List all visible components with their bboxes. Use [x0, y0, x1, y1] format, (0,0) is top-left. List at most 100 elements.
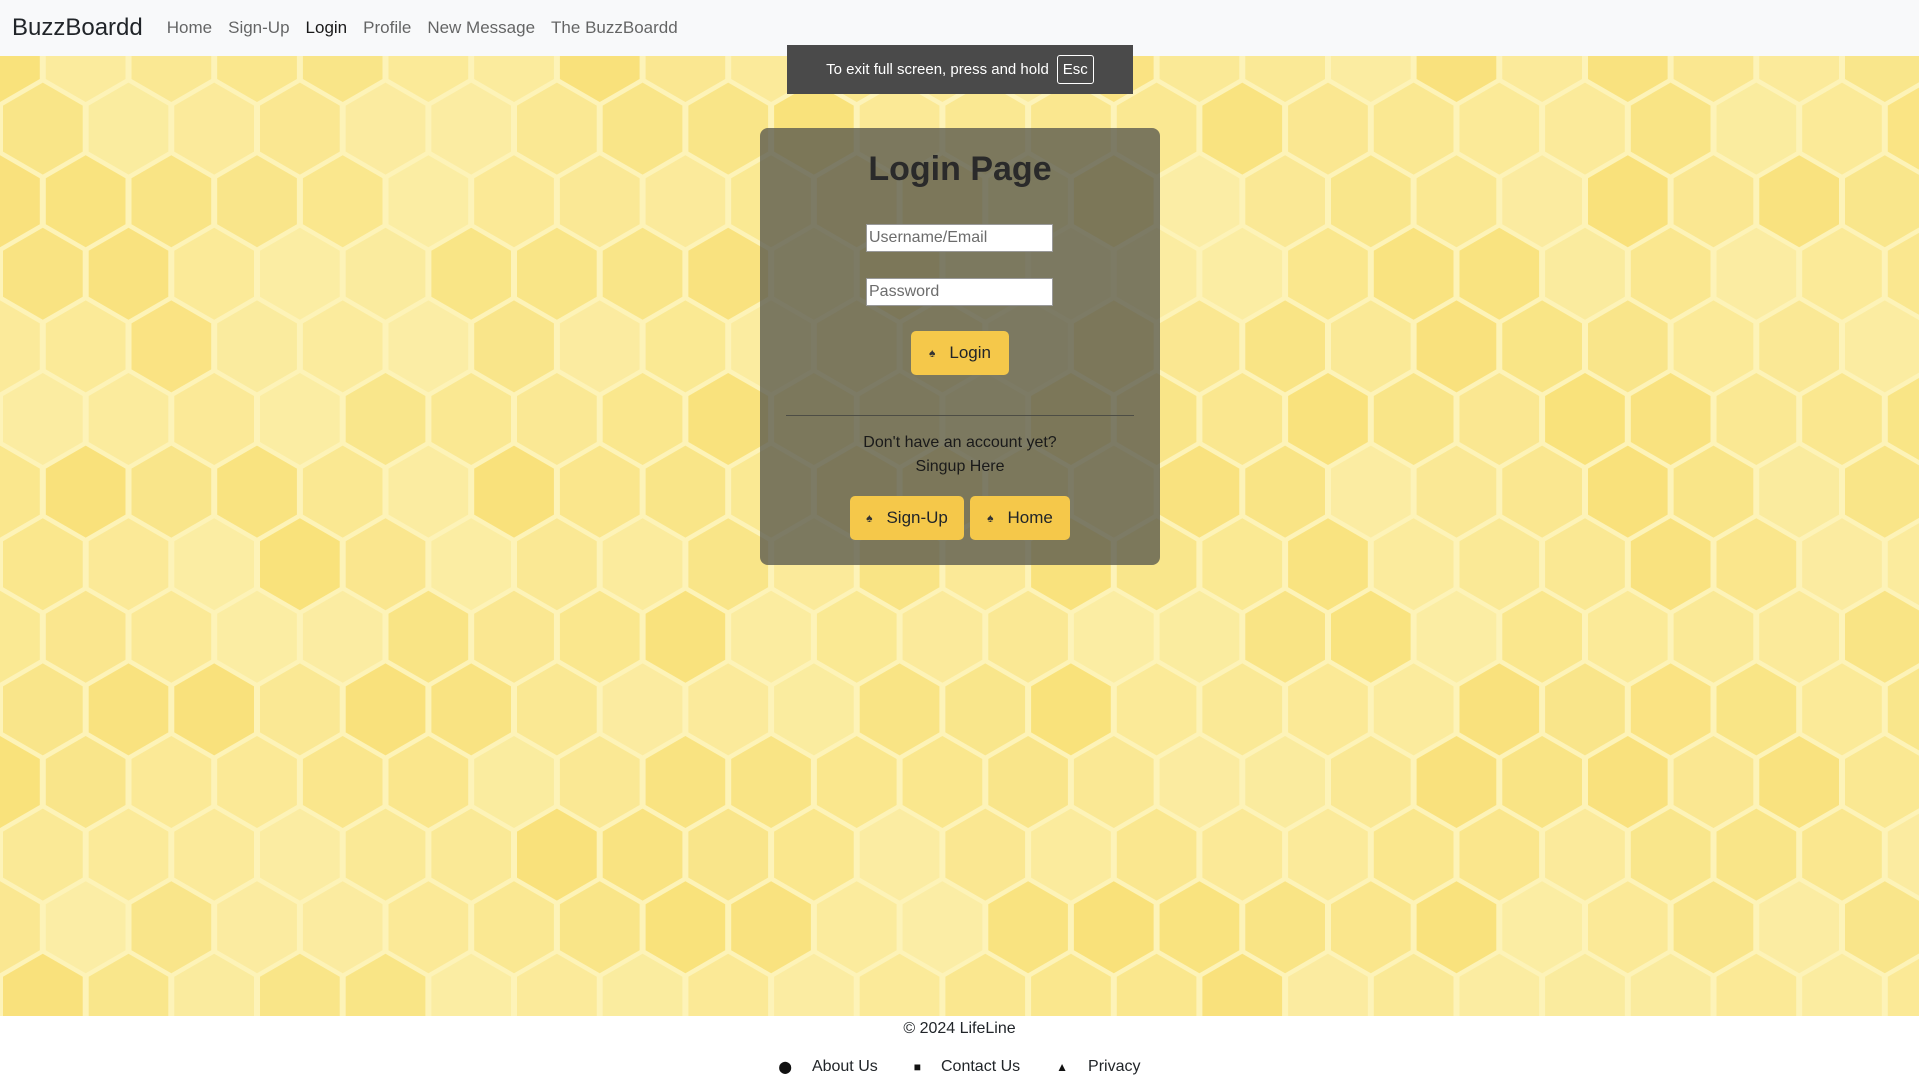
nav-link-profile[interactable]: Profile [363, 18, 411, 38]
bee-icon: ♠ [987, 511, 994, 525]
honeycomb-cell [645, 736, 726, 828]
honeycomb-cell [1545, 227, 1625, 320]
footer-link-label: Privacy [1088, 1058, 1141, 1075]
honeycomb-cell [1802, 82, 1882, 175]
honeycomb-cell [1802, 808, 1882, 901]
honeycomb-cell [602, 227, 683, 320]
username-email-input[interactable] [866, 224, 1053, 252]
honeycomb-cell [345, 82, 426, 175]
honeycomb-cell [1459, 663, 1540, 756]
honeycomb-cell [131, 155, 212, 248]
nav-link-home[interactable]: Home [167, 18, 212, 38]
footer-link-about-us[interactable]: ⬤ About Us [779, 1058, 878, 1076]
honeycomb-cell [131, 881, 212, 974]
honeycomb-cell [1202, 82, 1283, 175]
honeycomb-cell [88, 663, 169, 756]
honeycomb-cell [688, 808, 769, 901]
honeycomb-cell [131, 445, 212, 538]
home-button[interactable]: ♠ Home [970, 496, 1070, 540]
honeycomb-cell [1245, 155, 1325, 248]
honeycomb-cell [1373, 808, 1454, 901]
copyright-text: © 2024 LifeLine [903, 1020, 1016, 1037]
honeycomb-cell [88, 808, 169, 901]
honeycomb-cell [1331, 445, 1411, 538]
signup-prompt: Don't have an account yet? Singup Here [760, 431, 1160, 479]
honeycomb-cell [3, 82, 83, 175]
honeycomb-cell [1502, 590, 1582, 683]
honeycomb-cell [1459, 518, 1540, 611]
fullscreen-notice-text: To exit full screen, press and hold [826, 61, 1049, 78]
honeycomb-cell [302, 445, 383, 538]
honeycomb-cell [302, 881, 383, 974]
honeycomb-cell [45, 590, 126, 683]
honeycomb-cell [1245, 445, 1325, 538]
footer-link-contact-us[interactable]: ■ Contact Us [914, 1058, 1020, 1076]
honeycomb-cell [517, 82, 597, 175]
honeycomb-cell [431, 808, 511, 901]
signup-prompt-line1: Don't have an account yet? [863, 434, 1057, 451]
honeycomb-cell [3, 373, 83, 465]
honeycomb-cell [688, 373, 769, 465]
brand-link[interactable]: BuzzBoardd [12, 14, 143, 42]
esc-key-badge: Esc [1056, 55, 1094, 84]
honeycomb-cell [1373, 663, 1454, 756]
honeycomb-cell [174, 82, 254, 175]
honeycomb-cell [45, 300, 126, 393]
honeycomb-cell [1331, 155, 1411, 248]
honeycomb-cell [345, 663, 426, 756]
honeycomb-cell [1459, 373, 1540, 465]
login-button[interactable]: ♠ Login [911, 331, 1009, 375]
nav-link-login[interactable]: Login [306, 18, 348, 38]
honeycomb-cell [1673, 590, 1754, 683]
honeycomb-cell [388, 300, 469, 393]
login-button-label: Login [949, 343, 991, 362]
signup-button[interactable]: ♠ Sign-Up [850, 496, 964, 540]
honeycomb-cell [217, 881, 297, 974]
honeycomb-cell [1331, 881, 1411, 974]
honeycomb-cell [302, 300, 383, 393]
honeycomb-cell [1545, 663, 1625, 756]
honeycomb-cell [688, 82, 769, 175]
honeycomb-cell [774, 808, 854, 901]
password-input[interactable] [866, 278, 1053, 306]
honeycomb-cell [174, 663, 254, 756]
page-footer: © 2024 LifeLine ⬤ About Us ■ Contact Us … [0, 1016, 1919, 1079]
honeycomb-cell [1373, 227, 1454, 320]
honeycomb-cell [645, 590, 726, 683]
honeycomb-cell [517, 373, 597, 465]
login-card: Login Page ♠ Login Don't have an account… [760, 128, 1160, 565]
honeycomb-cell [688, 227, 769, 320]
honeycomb-cell [559, 445, 640, 538]
nav-link-new-message[interactable]: New Message [427, 18, 535, 38]
honeycomb-cell [1545, 373, 1625, 465]
honeycomb-cell [131, 590, 212, 683]
honeycomb-cell [45, 736, 126, 828]
honeycomb-cell [302, 590, 383, 683]
nav-link-signup[interactable]: Sign-Up [228, 18, 289, 38]
honeycomb-cell [431, 518, 511, 611]
honeycomb-cell [816, 881, 897, 974]
honeycomb-cell [1630, 663, 1711, 756]
honeycomb-cell [217, 155, 297, 248]
signup-prompt-line2: Singup Here [915, 458, 1005, 475]
nav-link-buzzboardd[interactable]: The BuzzBoardd [551, 18, 678, 38]
honeycomb-cell [1759, 881, 1839, 974]
honeycomb-cell [1545, 82, 1625, 175]
honeycomb-cell [602, 82, 683, 175]
honeycomb-cell [88, 82, 169, 175]
bee-icon: ♠ [929, 346, 936, 360]
honeycomb-cell [731, 736, 811, 828]
honeycomb-cell [1159, 736, 1240, 828]
honeycomb-cell [345, 808, 426, 901]
honeycomb-cell [260, 227, 340, 320]
honeycomb-cell [1288, 373, 1368, 465]
honeycomb-cell [345, 227, 426, 320]
honeycomb-cell [1673, 445, 1754, 538]
footer-link-privacy[interactable]: ▲ Privacy [1056, 1058, 1140, 1076]
honeycomb-cell [1073, 736, 1154, 828]
honeycomb-cell [345, 373, 426, 465]
honeycomb-cell [1288, 663, 1368, 756]
honeycomb-cell [902, 736, 983, 828]
honeycomb-cell [431, 373, 511, 465]
honeycomb-cell [474, 590, 554, 683]
